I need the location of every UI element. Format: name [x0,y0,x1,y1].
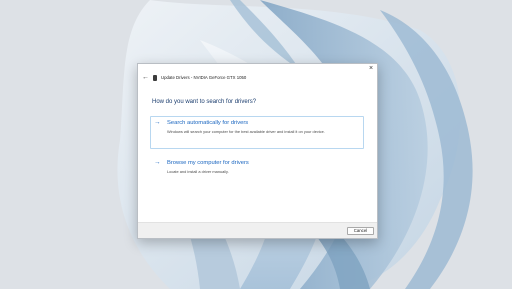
cancel-button[interactable]: Cancel [347,227,374,235]
option-description: Windows will search your computer for th… [167,129,325,134]
device-icon [153,75,157,81]
back-arrow-icon[interactable]: ← [142,74,150,82]
option-description: Locate and install a driver manually. [167,169,229,174]
browse-computer-option[interactable]: → Browse my computer for drivers Locate … [150,156,364,178]
title-bar: ← Update Drivers - NVIDIA GeForce GTX 10… [138,64,377,82]
option-title: Search automatically for drivers [167,120,249,126]
dialog-footer: Cancel [138,222,377,238]
option-title: Browse my computer for drivers [167,160,249,166]
dialog-title: Update Drivers - NVIDIA GeForce GTX 1050 [161,75,247,80]
close-button[interactable]: × [365,64,377,74]
dialog-question: How do you want to search for drivers? [152,99,257,105]
search-automatically-option[interactable]: → Search automatically for drivers Windo… [150,116,364,149]
arrow-right-icon: → [154,119,161,126]
update-drivers-dialog: ← Update Drivers - NVIDIA GeForce GTX 10… [137,63,378,239]
arrow-right-icon: → [154,159,161,166]
